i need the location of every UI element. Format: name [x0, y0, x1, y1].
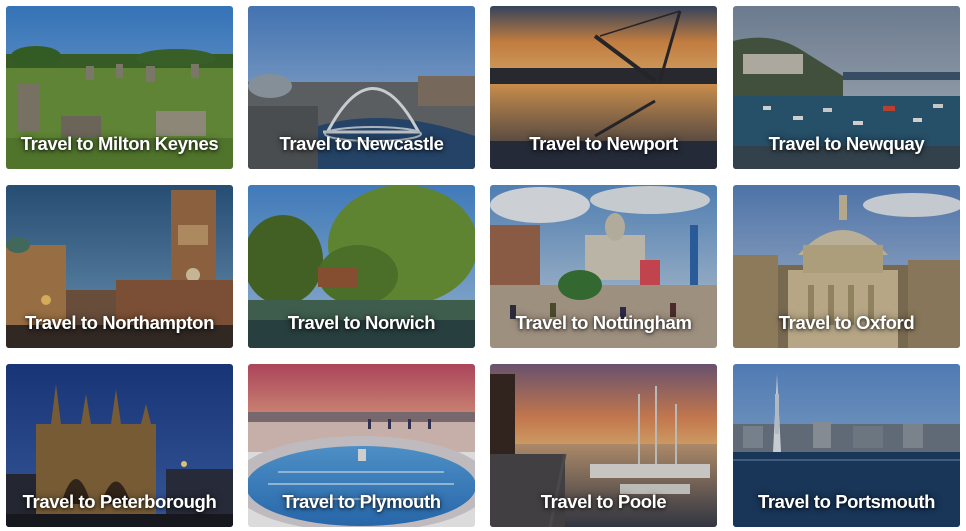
- destination-label: Travel to Oxford: [778, 312, 915, 333]
- destination-grid: Travel to Milton Keynes Travel to Newcas…: [0, 0, 966, 531]
- destination-card-peterborough[interactable]: Travel to Peterborough: [6, 364, 233, 527]
- destination-label: Travel to Newquay: [768, 133, 925, 154]
- destination-label: Travel to Milton Keynes: [20, 133, 219, 154]
- destination-label: Travel to Portsmouth: [757, 491, 936, 512]
- destination-label: Travel to Nottingham: [515, 312, 692, 333]
- destination-card-newcastle[interactable]: Travel to Newcastle: [248, 6, 475, 169]
- destination-card-northampton[interactable]: Travel to Northampton: [6, 185, 233, 348]
- destination-label: Travel to Norwich: [287, 312, 436, 333]
- destination-card-oxford[interactable]: Travel to Oxford: [733, 185, 960, 348]
- destination-card-norwich[interactable]: Travel to Norwich: [248, 185, 475, 348]
- destination-label: Travel to Newcastle: [279, 133, 444, 154]
- destination-card-newport[interactable]: Travel to Newport: [490, 6, 717, 169]
- destination-card-portsmouth[interactable]: Travel to Portsmouth: [733, 364, 960, 527]
- destination-card-poole[interactable]: Travel to Poole: [490, 364, 717, 527]
- destination-label: Travel to Peterborough: [22, 491, 217, 512]
- destination-label: Travel to Plymouth: [282, 491, 441, 512]
- destination-card-nottingham[interactable]: Travel to Nottingham: [490, 185, 717, 348]
- destination-card-newquay[interactable]: Travel to Newquay: [733, 6, 960, 169]
- destination-label: Travel to Poole: [540, 491, 667, 512]
- destination-label: Travel to Northampton: [25, 312, 214, 333]
- destination-label: Travel to Newport: [529, 133, 678, 154]
- destination-card-plymouth[interactable]: Travel to Plymouth: [248, 364, 475, 527]
- destination-card-milton-keynes[interactable]: Travel to Milton Keynes: [6, 6, 233, 169]
